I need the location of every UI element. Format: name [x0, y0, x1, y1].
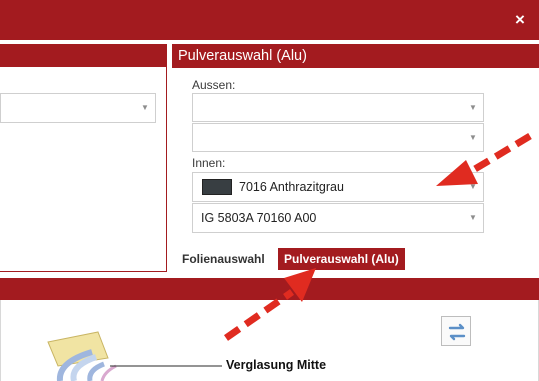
annotation-arrows [223, 132, 532, 341]
annotation-arrow-right [436, 132, 532, 186]
annotation-arrow-bottom [223, 268, 316, 341]
dialog-window: × ▼ Pulverauswahl (Alu) Aussen: ▼ ▼ Inne… [0, 0, 539, 381]
